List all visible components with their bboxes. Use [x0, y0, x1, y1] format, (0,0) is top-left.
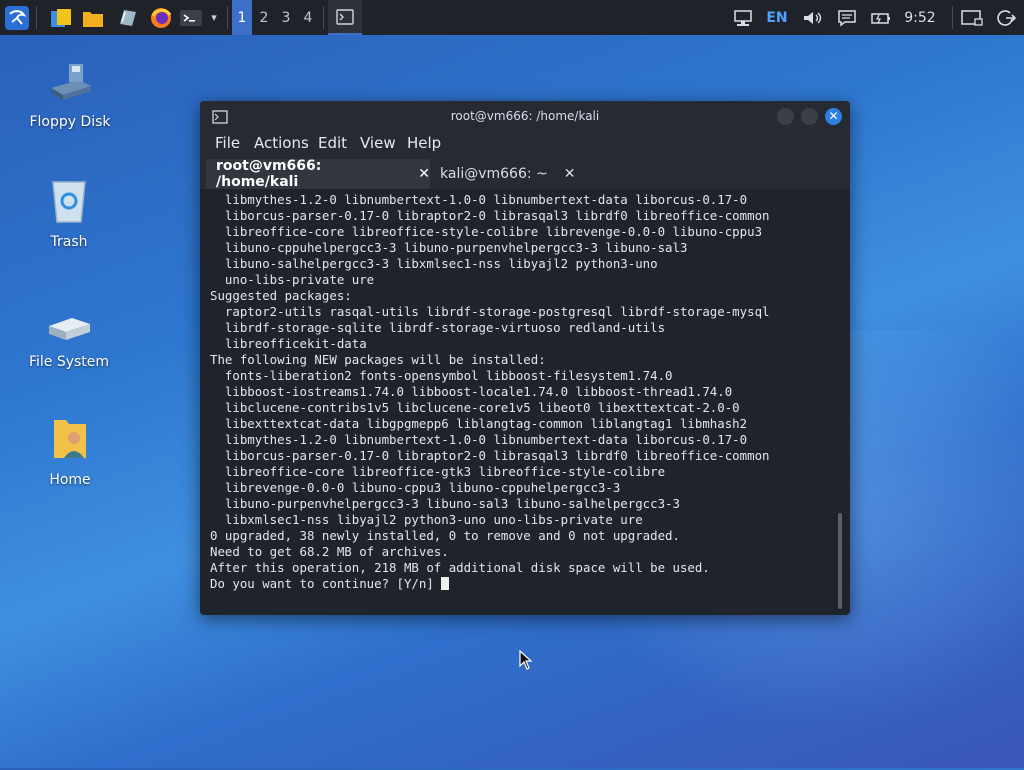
tab-close-icon[interactable]: ✕: [564, 166, 576, 182]
terminal-scrollbar[interactable]: [838, 513, 842, 609]
terminal-prompt: Do you want to continue? [Y/n]: [210, 576, 442, 591]
text-editor-icon: [120, 9, 136, 26]
terminal-line: fonts-liberation2 fonts-opensymbol libbo…: [210, 368, 673, 383]
keyboard-layout-indicator[interactable]: EN: [764, 0, 790, 35]
clock[interactable]: 9:52: [900, 0, 940, 35]
terminal-line: libuno-purpenvhelpergcc3-3 libuno-sal3 l…: [210, 496, 680, 511]
terminal-line: After this operation, 218 MB of addition…: [210, 560, 710, 575]
terminal-line: The following NEW packages will be insta…: [210, 352, 546, 367]
files-icon: [51, 8, 71, 27]
workspace-3[interactable]: 3: [276, 0, 296, 35]
terminal-output[interactable]: libmythes-1.2-0 libnumbertext-1.0-0 libn…: [210, 192, 835, 607]
terminal-line: libclucene-contribs1v5 libclucene-core1v…: [210, 400, 740, 415]
show-desktop-button[interactable]: [958, 0, 986, 35]
terminal-window-icon: [336, 8, 354, 25]
desktop-icon-label: File System: [28, 354, 110, 370]
terminal-line: librdf-storage-sqlite librdf-storage-vir…: [210, 320, 666, 335]
close-icon: ✕: [828, 109, 839, 123]
terminal-line: libboost-iostreams1.74.0 libboost-locale…: [210, 384, 733, 399]
tab-bar: root@vm666: /home/kali ✕ kali@vm666: ~ ✕: [200, 157, 850, 190]
firefox-icon: [151, 7, 172, 28]
power-logout-icon: [997, 9, 1016, 26]
power-tray[interactable]: [868, 0, 894, 35]
notifications-tray[interactable]: [834, 0, 860, 35]
terminal-line: libreoffice-core libreoffice-style-colib…: [210, 224, 763, 239]
trash-bin-icon: [52, 181, 86, 223]
window-title: root@vm666: /home/kali: [450, 109, 600, 123]
menu-help[interactable]: Help: [407, 134, 441, 152]
terminal-line: libxmlsec1-nss libyajl2 python3-uno uno-…: [210, 512, 643, 527]
terminal-icon: [180, 9, 202, 26]
terminal-line: liborcus-parser-0.17-0 libraptor2-0 libr…: [210, 208, 770, 223]
terminal-line: libexttextcat-data libgpgmepp6 liblangta…: [210, 416, 748, 431]
terminal-line: libuno-cppuhelpergcc3-3 libuno-purpenvhe…: [210, 240, 688, 255]
menu-edit[interactable]: Edit: [318, 134, 347, 152]
tab-kali-home[interactable]: kali@vm666: ~ ✕: [430, 159, 580, 189]
network-wired-icon: [734, 9, 752, 26]
kali-menu-button[interactable]: [2, 0, 32, 35]
desktop-icon-floppy-disk[interactable]: Floppy Disk: [15, 62, 125, 130]
terminal-line: uno-libs-private ure: [210, 272, 375, 287]
workspace-4[interactable]: 4: [298, 0, 318, 35]
terminal-window: root@vm666: /home/kali ✕ File Actions Ed…: [200, 101, 850, 615]
terminal-line: libuno-salhelpergcc3-3 libxmlsec1-nss li…: [210, 256, 658, 271]
tab-label: root@vm666: /home/kali: [216, 158, 322, 190]
terminal-line: 0 upgraded, 38 newly installed, 0 to rem…: [210, 528, 680, 543]
kali-logo-icon: [5, 5, 29, 30]
network-tray[interactable]: [730, 0, 756, 35]
battery-plug-icon: [871, 12, 890, 24]
terminal-line: libmythes-1.2-0 libnumbertext-1.0-0 libn…: [210, 192, 748, 207]
menu-bar: File Actions Edit View Help: [200, 131, 850, 157]
terminal-prompt-line: Do you want to continue? [Y/n]: [210, 576, 835, 592]
screen-display-icon: [961, 9, 983, 26]
terminal-line: librevenge-0.0-0 libuno-cppu3 libuno-cpp…: [210, 480, 621, 495]
chat-message-icon: [838, 9, 856, 26]
volume-tray[interactable]: [800, 0, 826, 35]
tab-close-icon[interactable]: ✕: [418, 166, 430, 182]
terminal-line: liborcus-parser-0.17-0 libraptor2-0 libr…: [210, 448, 770, 463]
terminal-line: libmythes-1.2-0 libnumbertext-1.0-0 libn…: [210, 432, 748, 447]
text-editor-launcher[interactable]: [114, 0, 140, 35]
maximize-button[interactable]: [801, 108, 818, 125]
floppy-drive-icon: [51, 64, 91, 100]
speaker-volume-icon: [804, 11, 822, 24]
terminal-line: Suggested packages:: [210, 288, 352, 303]
taskbar-terminal-window[interactable]: [328, 0, 362, 35]
desktop-icon-home[interactable]: Home: [15, 416, 125, 488]
text-cursor: [441, 577, 450, 590]
minimize-button[interactable]: [777, 108, 794, 125]
terminal-line: Need to get 68.2 MB of archives.: [210, 544, 449, 559]
workspace-2[interactable]: 2: [254, 0, 274, 35]
panel-separator: [952, 6, 953, 29]
terminal-launcher[interactable]: [178, 0, 204, 35]
desktop-icon-label: Trash: [50, 234, 88, 250]
mouse-pointer-icon: [519, 650, 533, 670]
desktop-icon-label: Home: [49, 472, 91, 488]
top-panel: ▾ 1 2 3 4 EN 9:52: [0, 0, 1024, 35]
desktop-icon-file-system[interactable]: File System: [14, 314, 124, 370]
workspace-1[interactable]: 1: [232, 0, 252, 35]
panel-separator: [323, 6, 324, 29]
hard-drive-icon: [49, 318, 90, 340]
file-manager-launcher[interactable]: [48, 0, 74, 35]
firefox-launcher[interactable]: [148, 0, 174, 35]
home-folder-launcher[interactable]: [80, 0, 106, 35]
menu-actions[interactable]: Actions: [254, 134, 309, 152]
terminal-line: libreoffice-core libreoffice-gtk3 libreo…: [210, 464, 666, 479]
tab-root-home-kali[interactable]: root@vm666: /home/kali ✕: [206, 158, 430, 190]
launcher-dropdown-chevron-icon[interactable]: ▾: [206, 0, 222, 35]
home-folder-icon: [54, 420, 86, 458]
tab-label: kali@vm666: ~: [440, 166, 548, 182]
desktop-icon-trash[interactable]: Trash: [14, 178, 124, 250]
close-button[interactable]: ✕: [825, 108, 842, 125]
desktop-icon-label: Floppy Disk: [29, 114, 111, 130]
terminal-line: libreofficekit-data: [210, 336, 367, 351]
logout-button[interactable]: [992, 0, 1020, 35]
panel-separator: [227, 6, 228, 29]
folder-icon: [83, 11, 103, 27]
terminal-line: raptor2-utils rasqal-utils librdf-storag…: [210, 304, 770, 319]
menu-view[interactable]: View: [360, 134, 396, 152]
menu-file[interactable]: File: [215, 134, 240, 152]
panel-separator: [36, 6, 37, 29]
